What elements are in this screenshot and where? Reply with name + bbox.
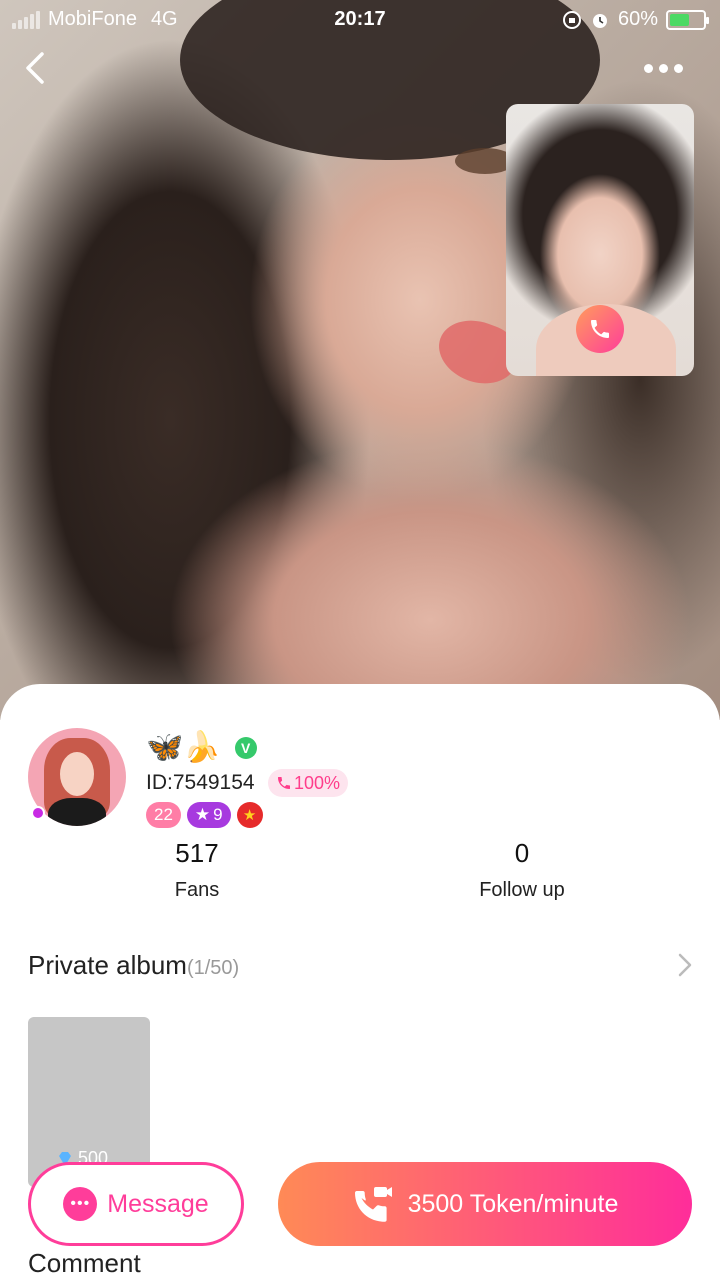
video-call-icon [354,1187,392,1222]
follow-label: Follow up [479,879,565,901]
chevron-left-icon [26,52,44,84]
message-button[interactable]: ••• Message [28,1162,244,1246]
more-dot-icon [644,63,653,73]
verified-icon: V [234,736,257,759]
video-call-button[interactable]: 3500 Token/minute [278,1162,692,1246]
chat-bubble-icon: ••• [63,1187,98,1221]
star-icon: ★ [194,805,211,824]
call-price-label: 3500 Token/minute [407,1189,619,1218]
rotation-lock-icon [562,10,581,29]
fans-label: Fans [174,879,220,901]
user-id: ID:7549154 [146,771,255,794]
album-title: Private album [28,950,187,980]
vip-level: 9 [213,805,223,824]
follow-stat[interactable]: 0 Follow up [442,838,602,902]
profile-emojis: 🦋🍌 [146,731,221,764]
country-flag-icon: ★ [236,802,263,828]
vip-badge: ★ 9 [186,802,231,828]
answer-rate-badge: 100% [268,769,349,797]
fans-count: 517 [175,838,219,868]
follow-count: 0 [514,838,530,868]
private-album-header[interactable]: Private album(1/50) [28,950,239,981]
answer-rate-value: 100% [294,772,341,793]
status-bar: MobiFone 4G 20:17 60% [0,0,720,40]
album-more-button[interactable] [676,950,694,986]
level-badges: 22 ★ 9 ★ [146,802,263,828]
fans-stat[interactable]: 517 Fans [117,838,277,902]
pip-video-preview[interactable] [506,104,694,376]
online-status-dot [31,806,45,820]
message-label: Message [107,1189,209,1218]
alarm-icon [592,13,607,28]
more-dot-icon [674,63,683,73]
back-button[interactable] [20,48,60,92]
phone-icon [278,777,290,789]
more-options-button[interactable] [644,56,690,80]
pip-call-button[interactable] [576,305,624,353]
level-badge: 22 [146,802,181,828]
chevron-right-icon [678,953,692,977]
battery-icon [666,9,709,30]
phone-icon [591,320,609,338]
battery-percent: 60% [617,8,658,30]
album-count: (1/50) [186,957,240,979]
more-dot-icon [659,63,668,73]
profile-badges: 🦋🍌 V [146,730,257,765]
comment-title: Comment [28,1248,141,1278]
